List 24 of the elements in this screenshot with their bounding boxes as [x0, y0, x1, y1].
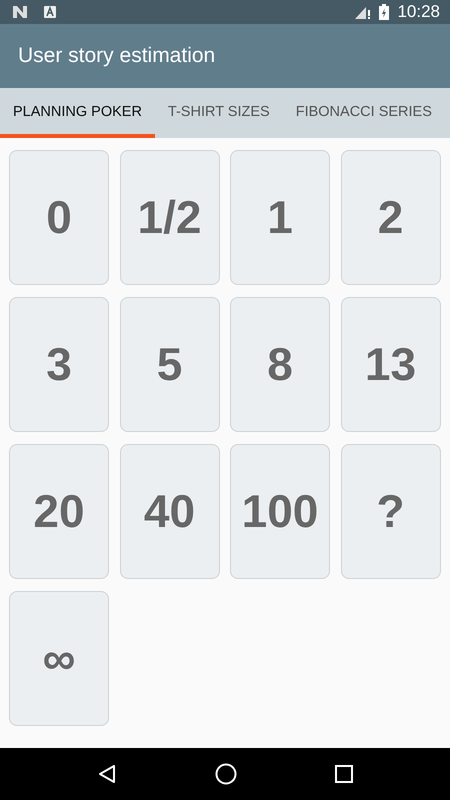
- notification-icon: [12, 5, 28, 19]
- estimate-card[interactable]: 3: [9, 297, 109, 432]
- tab[interactable]: PLANNING POKER: [0, 88, 155, 138]
- estimate-card[interactable]: 2: [340, 150, 440, 285]
- estimate-card[interactable]: 1: [230, 150, 330, 285]
- clock-time: 10:28: [397, 1, 440, 24]
- estimate-card[interactable]: 5: [120, 297, 220, 432]
- estimate-card[interactable]: 1/2: [120, 150, 220, 285]
- tab[interactable]: FIBONACCI SERIES: [282, 88, 445, 138]
- estimate-card[interactable]: 0: [9, 150, 109, 285]
- back-icon[interactable]: [97, 764, 117, 784]
- estimate-card[interactable]: ?: [340, 444, 440, 579]
- recent-apps-icon[interactable]: [335, 765, 353, 783]
- estimate-card[interactable]: 40: [120, 444, 220, 579]
- app-title: User story estimation: [18, 43, 216, 70]
- tab[interactable]: T-SHIRT SIZES: [154, 88, 283, 138]
- estimate-card[interactable]: 13: [340, 297, 440, 432]
- keyboard-notification-icon: [44, 6, 56, 18]
- home-icon[interactable]: [215, 763, 237, 785]
- estimate-card[interactable]: 100: [230, 444, 330, 579]
- estimate-card[interactable]: ∞: [9, 591, 109, 726]
- estimate-card[interactable]: 8: [230, 297, 330, 432]
- estimate-card[interactable]: 20: [9, 444, 109, 579]
- battery-icon: [379, 4, 390, 20]
